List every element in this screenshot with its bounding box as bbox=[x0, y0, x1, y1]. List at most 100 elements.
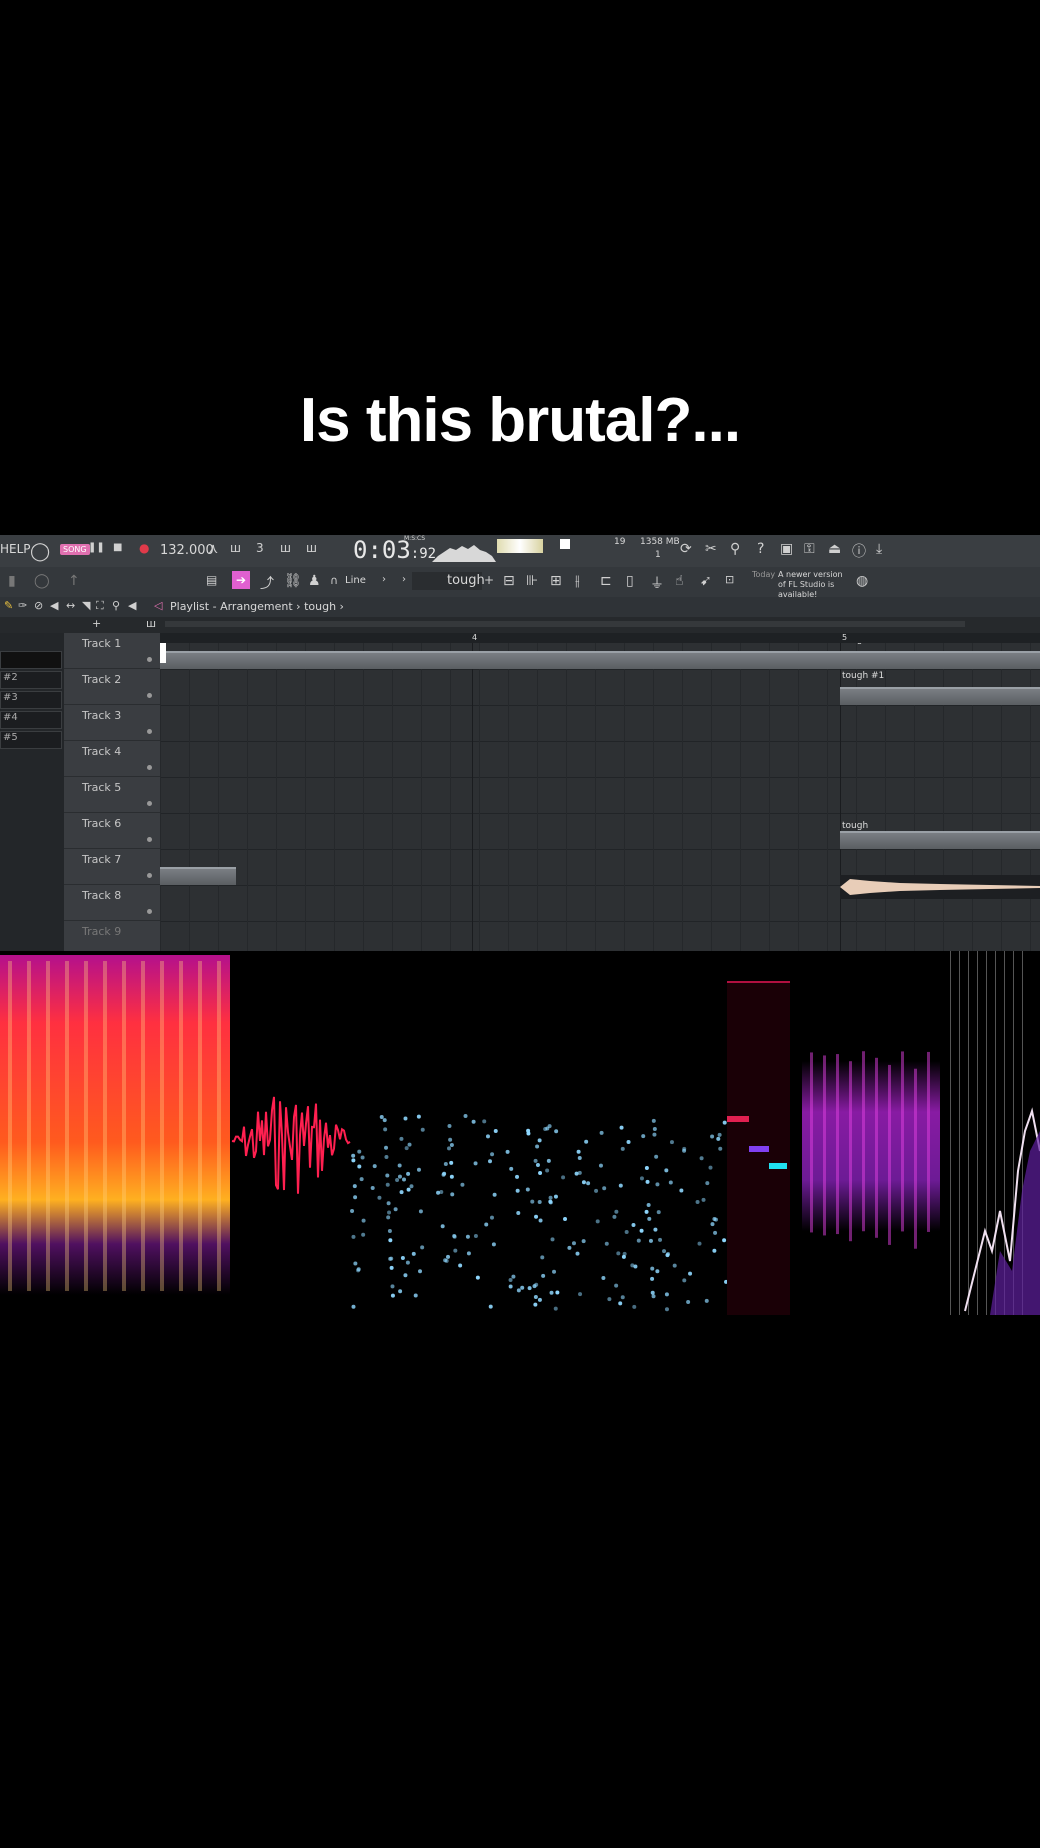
file-icon[interactable]: ▯ bbox=[626, 573, 634, 589]
help-menu[interactable]: HELP bbox=[0, 542, 31, 556]
track-mute-led[interactable] bbox=[147, 837, 152, 842]
playlist-grid[interactable]: tough #2 tough #1 tough bbox=[160, 633, 1040, 951]
timeline-ruler[interactable]: 4 5 bbox=[160, 633, 1040, 643]
slice-icon[interactable]: ◥ bbox=[82, 599, 90, 612]
pencil-icon[interactable]: ✎ bbox=[4, 599, 13, 612]
download-icon[interactable]: ⤓ bbox=[876, 541, 882, 557]
mixer-icon[interactable]: ⊞ bbox=[550, 573, 562, 589]
pattern-item[interactable]: #2 bbox=[0, 671, 62, 689]
track-header[interactable]: Track 1 bbox=[64, 633, 160, 669]
touch-icon[interactable]: ☝ bbox=[675, 573, 684, 589]
track-header[interactable]: Track 2 bbox=[64, 669, 160, 705]
channel-rack-icon[interactable]: ⊪ bbox=[526, 573, 538, 589]
track-mute-led[interactable] bbox=[147, 729, 152, 734]
playlist-window-icon[interactable]: ⊟ bbox=[503, 573, 515, 589]
metronome-icon[interactable]: ⋏ bbox=[208, 541, 218, 557]
snap-icon[interactable]: ▮ bbox=[8, 573, 16, 589]
export-icon[interactable]: ⏏ bbox=[828, 541, 841, 557]
particle bbox=[697, 1241, 702, 1246]
particle bbox=[651, 1294, 656, 1299]
track-header[interactable]: Track 9 bbox=[64, 921, 160, 951]
track-mute-led[interactable] bbox=[147, 801, 152, 806]
pattern-item[interactable]: #4 bbox=[0, 711, 62, 729]
arrow-up-icon[interactable]: ↑ bbox=[68, 573, 80, 589]
track-mute-led[interactable] bbox=[147, 765, 152, 770]
faders-icon[interactable]: ⫲ bbox=[575, 573, 580, 589]
song-mode-toggle[interactable]: SONG bbox=[60, 544, 90, 555]
clip-track-2[interactable] bbox=[840, 687, 1040, 705]
record-icon[interactable]: ● bbox=[139, 541, 149, 555]
pause-icon[interactable]: ❚❚ bbox=[88, 542, 105, 553]
tempo-display[interactable]: 132.000 bbox=[160, 543, 214, 558]
playback-icon[interactable]: ◀ bbox=[128, 599, 136, 612]
mute-icon[interactable]: ◀ bbox=[50, 599, 58, 612]
brush-icon[interactable]: ⤴ bbox=[260, 573, 274, 593]
pattern-next-icon[interactable]: › bbox=[402, 574, 406, 585]
link-icon[interactable]: ⛓ bbox=[284, 573, 302, 589]
save-icon[interactable]: ▣ bbox=[780, 541, 793, 557]
pattern-item[interactable]: #5 bbox=[0, 731, 62, 749]
track-header[interactable]: Track 7 bbox=[64, 849, 160, 885]
help-icon[interactable]: ? bbox=[757, 541, 764, 557]
zoom-icon[interactable]: ⚲ bbox=[112, 599, 120, 612]
particle bbox=[388, 1238, 393, 1243]
breadcrumb-view[interactable]: Arrangement bbox=[220, 600, 293, 613]
countdown-icon[interactable]: 3 bbox=[256, 541, 264, 555]
particle bbox=[607, 1297, 612, 1302]
audio-clip-track-8[interactable] bbox=[840, 875, 1040, 899]
globe-icon[interactable]: ◍ bbox=[856, 573, 868, 589]
track-header[interactable]: Track 4 bbox=[64, 741, 160, 777]
shop-icon[interactable]: ⊡ bbox=[725, 573, 734, 586]
track-header[interactable]: Track 3 bbox=[64, 705, 160, 741]
track-header[interactable]: Track 8 bbox=[64, 885, 160, 921]
add-track-icon[interactable]: + bbox=[92, 617, 101, 630]
clip-track-7[interactable] bbox=[840, 831, 1040, 849]
magnet-icon[interactable]: ∩ bbox=[330, 574, 338, 587]
track-mute-led[interactable] bbox=[147, 873, 152, 878]
microphone-icon[interactable]: ⚲ bbox=[730, 541, 740, 557]
delete-icon[interactable]: ⊘ bbox=[34, 599, 43, 612]
clip-track-8-left[interactable] bbox=[160, 867, 236, 885]
add-pattern-icon[interactable]: + bbox=[484, 573, 494, 587]
playlist-arrow-icon[interactable]: ➔ bbox=[232, 571, 250, 589]
pattern-item[interactable]: #3 bbox=[0, 691, 62, 709]
plugin-icon[interactable]: ⚿ bbox=[804, 541, 815, 557]
select-icon[interactable]: ⛶ bbox=[96, 599, 104, 613]
pattern-item-selected[interactable] bbox=[0, 651, 62, 669]
track-mute-led[interactable] bbox=[147, 657, 152, 662]
piano-icon[interactable]: ш bbox=[146, 617, 156, 630]
pattern-selector[interactable]: tough bbox=[412, 572, 485, 590]
wait-input-icon[interactable]: ш bbox=[230, 541, 241, 555]
track-mute-led[interactable] bbox=[147, 693, 152, 698]
refresh-icon[interactable]: ⟳ bbox=[680, 541, 692, 557]
breadcrumb-root[interactable]: Playlist bbox=[170, 600, 209, 613]
browser-icon[interactable]: ⊏ bbox=[600, 573, 612, 589]
slip-icon[interactable]: ↔ bbox=[66, 599, 75, 612]
clip-track-1[interactable] bbox=[160, 651, 1040, 669]
info-circle-icon[interactable]: ⓘ bbox=[852, 541, 866, 561]
cut-icon[interactable]: ✂ bbox=[705, 541, 717, 557]
chevron-right-icon[interactable]: › bbox=[382, 574, 386, 585]
master-pitch-knob[interactable] bbox=[560, 539, 570, 549]
particle bbox=[537, 1297, 542, 1302]
main-toolbar: HELP ◯ SONG ❚❚ ■ ● 132.000 ⋏ ш 3 ш ш 0:0… bbox=[0, 535, 1040, 568]
track-mute-led[interactable] bbox=[147, 909, 152, 914]
update-notice-text[interactable]: A newer version of FL Studio is availabl… bbox=[778, 570, 848, 600]
track-header[interactable]: Track 6 bbox=[64, 813, 160, 849]
track-header[interactable]: Track 5 bbox=[64, 777, 160, 813]
plug-icon[interactable]: ⏚ bbox=[650, 573, 664, 593]
master-volume-knob-icon[interactable]: ◯ bbox=[30, 541, 50, 562]
breadcrumb-pattern[interactable]: tough bbox=[304, 600, 336, 613]
channel-icon[interactable]: ♟ bbox=[308, 573, 321, 589]
particle bbox=[449, 1174, 454, 1179]
wand-icon[interactable]: ➹ bbox=[700, 573, 712, 589]
loop-record-icon[interactable]: ш bbox=[306, 541, 317, 555]
particle bbox=[516, 1288, 521, 1293]
piano-roll-icon[interactable]: ▤ bbox=[206, 573, 217, 587]
stop-icon[interactable]: ■ bbox=[113, 542, 122, 553]
paint-icon[interactable]: ✑ bbox=[18, 599, 27, 612]
overview-scrollbar[interactable] bbox=[165, 621, 965, 627]
snap-mode-select[interactable]: Line bbox=[345, 575, 366, 586]
knob-icon[interactable]: ◯ bbox=[34, 573, 50, 589]
step-edit-icon[interactable]: ш bbox=[280, 541, 291, 555]
